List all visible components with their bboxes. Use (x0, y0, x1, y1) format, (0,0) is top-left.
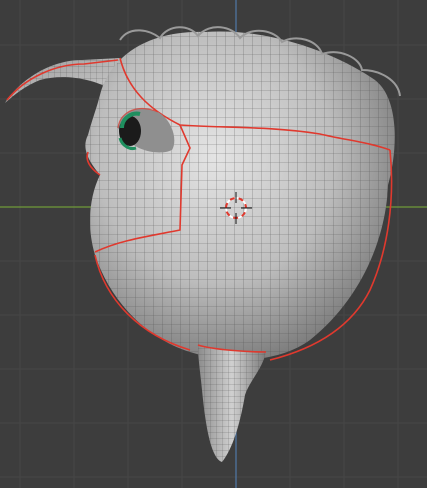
3d-viewport[interactable] (0, 0, 427, 488)
tail-spike (197, 344, 267, 462)
body (85, 26, 401, 361)
viewport-canvas[interactable] (0, 0, 427, 488)
mesh-object[interactable] (5, 25, 410, 462)
